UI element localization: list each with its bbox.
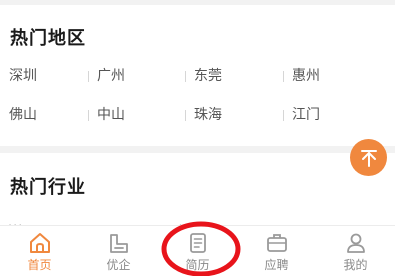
hot-regions-card: 热门地区 深圳 广州 东莞 惠州 佛山 中山 珠海 江门 — [0, 5, 395, 146]
region-item-shenzhen[interactable]: 深圳 — [0, 65, 98, 87]
hot-industries-card: 热门行业 ... ... — [0, 153, 395, 230]
tab-companies-label: 优企 — [106, 258, 131, 272]
home-icon — [29, 233, 50, 253]
app-page: 热门地区 深圳 广州 东莞 惠州 佛山 中山 珠海 江门 热门行业 ... ..… — [0, 0, 395, 278]
region-item-dongguan[interactable]: 东莞 — [185, 65, 283, 87]
tab-applications[interactable]: 应聘 — [237, 226, 316, 278]
tab-profile-label: 我的 — [343, 258, 368, 272]
tab-resume[interactable]: 简历 — [158, 226, 237, 278]
scroll-to-top-button[interactable] — [350, 139, 387, 176]
bottom-tab-bar: 首页 优企 简历 应聘 我的 — [0, 225, 395, 278]
region-item-huizhou[interactable]: 惠州 — [283, 65, 381, 87]
hot-industries-title: 热门行业 — [10, 177, 86, 198]
region-item-guangzhou[interactable]: 广州 — [88, 65, 186, 87]
region-item-foshan[interactable]: 佛山 — [0, 104, 98, 126]
region-item-zhuhai[interactable]: 珠海 — [185, 104, 283, 126]
region-item-zhongshan[interactable]: 中山 — [88, 104, 186, 126]
region-grid: 深圳 广州 东莞 惠州 佛山 中山 珠海 江门 — [0, 5, 395, 146]
region-item-jiangmen[interactable]: 江门 — [283, 104, 381, 126]
user-icon — [346, 233, 365, 253]
tab-profile[interactable]: 我的 — [316, 226, 395, 278]
tab-resume-label: 简历 — [185, 258, 210, 272]
company-icon — [109, 234, 128, 253]
resume-icon — [189, 233, 206, 253]
tab-applications-label: 应聘 — [264, 258, 289, 272]
tab-companies[interactable]: 优企 — [79, 226, 158, 278]
briefcase-icon — [266, 234, 287, 252]
tab-home-label: 首页 — [27, 258, 52, 272]
tab-home[interactable]: 首页 — [0, 226, 79, 278]
arrow-up-icon — [360, 149, 377, 167]
